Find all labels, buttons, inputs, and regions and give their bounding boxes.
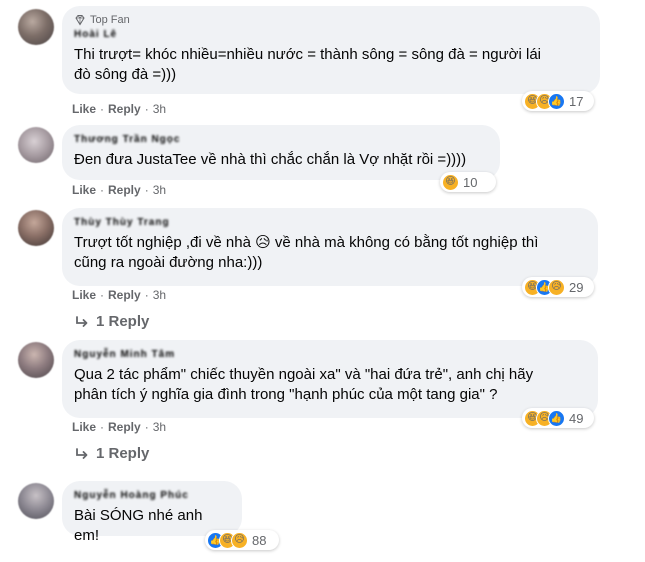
like-icon: 👍 [548,92,565,110]
reaction-count: 10 [463,174,478,190]
like-button[interactable]: Like [72,183,96,197]
comment-author[interactable]: Thương Trần Ngọc [74,133,488,146]
comment-actions: Like · Reply · 3h [72,420,167,434]
view-replies-link[interactable]: 1 Reply [74,445,149,462]
comment-actions: Like · Reply · 3h [72,102,167,116]
comment-text-line: Đen đưa JustaTee về nhà thì chắc chắn là… [74,151,467,168]
replies-count-label[interactable]: 1 Reply [96,445,149,462]
comment-text: Qua 2 tác phẩm" chiếc thuyền ngoài xa" v… [74,365,586,405]
reaction-summary[interactable]: 😆 👍 😥 29 [522,277,594,297]
comment-author[interactable]: Nguyễn Minh Tâm [74,348,586,361]
reaction-summary[interactable]: 😆 10 [440,172,496,192]
reaction-count: 29 [569,279,584,295]
reaction-count: 17 [569,93,584,109]
comment-text: Trượt tốt nghiệp ,đi về nhà 😥 về nhà mà … [74,233,586,273]
comment-bubble: Top Fan Hoài Lê Thi trượt= khóc nhiều=nh… [62,6,600,94]
reaction-summary[interactable]: 👍 😆 😥 88 [205,530,279,550]
avatar[interactable] [18,342,54,378]
comment-text-line: đò sông đà =))) [74,66,177,83]
reaction-summary[interactable]: 😆 😥 👍 49 [522,408,594,428]
comment-author[interactable]: Thùy Thùy Trang [74,216,586,229]
comment-actions: Like · Reply · 3h [72,183,167,197]
comment-text-line: phân tích ý nghĩa gia đình trong "hạnh p… [74,386,498,403]
sad-icon: 😥 [548,278,565,296]
comment-actions: Like · Reply · 3h [72,288,167,302]
avatar[interactable] [18,127,54,163]
reaction-count: 88 [252,532,267,548]
top-fan-label: Top Fan [90,14,130,26]
comment-timestamp[interactable]: 3h [153,102,166,116]
view-replies-link[interactable]: 1 Reply [74,313,149,330]
comment-text-line: Qua 2 tác phẩm" chiếc thuyền ngoài xa" v… [74,366,534,383]
comment-text-line: Thi trượt= khóc nhiều=nhiều nước = thành… [74,46,542,63]
comment-timestamp[interactable]: 3h [153,420,166,434]
comment-author[interactable]: Hoài Lê [74,28,588,41]
avatar[interactable] [18,210,54,246]
comment-bubble: Thùy Thùy Trang Trượt tốt nghiệp ,đi về … [62,208,598,286]
comment-author[interactable]: Nguyễn Hoàng Phúc [74,489,230,502]
reply-button[interactable]: Reply [108,102,141,116]
sad-icon: 😥 [231,531,248,549]
reply-arrow-icon [76,447,88,459]
comment-bubble: Thương Trần Ngọc Đen đưa JustaTee về nhà… [62,125,500,180]
avatar[interactable] [18,9,54,45]
comment-timestamp[interactable]: 3h [153,183,166,197]
reply-button[interactable]: Reply [108,420,141,434]
reply-arrow-icon [76,315,88,327]
reaction-count: 49 [569,410,584,426]
comment-text: Đen đưa JustaTee về nhà thì chắc chắn là… [74,150,488,170]
reaction-summary[interactable]: 😆 😥 👍 17 [522,91,594,111]
comment-text-line: Trượt tốt nghiệp ,đi về nhà 😥 về nhà mà … [74,234,539,251]
like-button[interactable]: Like [72,102,96,116]
top-fan-badge: Top Fan [74,14,588,26]
like-button[interactable]: Like [72,288,96,302]
replies-count-label[interactable]: 1 Reply [96,313,149,330]
comment-timestamp[interactable]: 3h [153,288,166,302]
avatar[interactable] [18,483,54,519]
diamond-icon [75,15,85,26]
like-button[interactable]: Like [72,420,96,434]
comment-bubble: Nguyễn Hoàng Phúc Bài SÓNG nhé anh em! [62,481,242,544]
comment-text: Thi trượt= khóc nhiều=nhiều nước = thành… [74,45,588,85]
comment-text-line: cũng ra ngoài đường nha:))) [74,254,263,271]
reply-button[interactable]: Reply [108,288,141,302]
reply-button[interactable]: Reply [108,183,141,197]
comment-bubble: Nguyễn Minh Tâm Qua 2 tác phẩm" chiếc th… [62,340,598,418]
haha-icon: 😆 [442,173,459,191]
like-icon: 👍 [548,409,565,427]
